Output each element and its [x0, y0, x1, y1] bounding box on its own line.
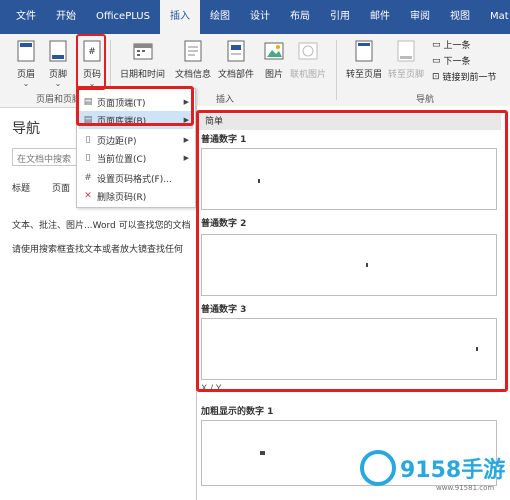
- gallery-item-title: 加粗显示的数字 1: [201, 407, 274, 417]
- goto-footer-button[interactable]: 转至页脚: [388, 38, 424, 80]
- group-label-insert: 插入: [216, 95, 235, 105]
- calendar-icon: [131, 38, 155, 64]
- tab-mailings[interactable]: 邮件: [360, 0, 400, 34]
- goto-header-button[interactable]: 转至页眉: [346, 38, 382, 80]
- ribbon-tab-bar: 文件 开始 OfficePLUS 插入 绘图 设计 布局 引用 邮件 审阅 视图…: [0, 0, 510, 34]
- nav-help-text-2: 请使用搜索框查找文本或者放大镜查找任何: [12, 245, 184, 255]
- current-position-icon: ▯: [85, 153, 91, 163]
- picture-button[interactable]: 图片: [262, 38, 286, 80]
- nav-help-text-1: 文本、批注、图片...Word 可以查找您的文档: [12, 221, 191, 231]
- ribbon-separator: [336, 40, 337, 100]
- chevron-right-icon: ▶: [183, 136, 189, 144]
- watermark-logo: 9158手游: [360, 450, 505, 486]
- tab-design[interactable]: 设计: [240, 0, 280, 34]
- goto-header-icon: [352, 38, 376, 64]
- chevron-down-icon: ⌄: [22, 79, 30, 88]
- datetime-button[interactable]: 日期和时间: [120, 38, 165, 80]
- highlight-gallery: [196, 110, 508, 392]
- nav-pane-title: 导航: [12, 121, 40, 137]
- chevron-right-icon: ▶: [183, 154, 189, 162]
- online-picture-icon: [296, 38, 320, 64]
- menu-item-page-margins[interactable]: ▯ 页边距(P) ▶: [79, 131, 193, 149]
- tab-file[interactable]: 文件: [6, 0, 46, 34]
- footer-button[interactable]: 页脚 ⌄: [46, 38, 70, 88]
- doc-parts-button[interactable]: 文档部件: [218, 38, 254, 80]
- tab-review[interactable]: 审阅: [400, 0, 440, 34]
- next-button[interactable]: ▭ 下一条: [432, 54, 471, 68]
- brand-logo-icon: [360, 450, 396, 486]
- doc-info-button[interactable]: 文档信息: [175, 38, 211, 80]
- tab-insert[interactable]: 插入: [159, 0, 200, 34]
- doc-parts-icon: [224, 38, 248, 64]
- group-label-nav: 导航: [416, 95, 435, 105]
- highlight-menu-item: [76, 86, 194, 126]
- delete-icon: ✕: [84, 191, 92, 201]
- tab-draw[interactable]: 绘图: [200, 0, 240, 34]
- watermark-url: www.91581.com: [436, 484, 495, 492]
- prev-button[interactable]: ▭ 上一条: [432, 38, 471, 52]
- nav-tab-pages[interactable]: 页面: [52, 181, 70, 194]
- link-prev-button[interactable]: ⊡ 链接到前一节: [432, 70, 497, 84]
- tab-references[interactable]: 引用: [320, 0, 360, 34]
- nav-tab-headings[interactable]: 标题: [12, 181, 30, 194]
- tab-officeplus[interactable]: OfficePLUS: [86, 0, 160, 34]
- nav-search-input[interactable]: 在文档中搜索: [12, 148, 82, 166]
- link-icon: ⊡: [432, 71, 440, 82]
- footer-icon: [46, 38, 70, 64]
- highlight-page-number-button: [76, 34, 106, 90]
- page-margin-icon: ▯: [85, 135, 91, 145]
- group-label-header-footer: 页眉和页脚: [36, 95, 82, 105]
- tab-home[interactable]: 开始: [46, 0, 86, 34]
- page-number-mark: [260, 451, 265, 455]
- chevron-down-icon: ⌄: [54, 79, 62, 88]
- next-icon: ▭: [432, 55, 441, 66]
- goto-footer-icon: [394, 38, 418, 64]
- format-icon: #: [84, 173, 92, 183]
- tab-layout[interactable]: 布局: [280, 0, 320, 34]
- header-button[interactable]: 页眉 ⌄: [14, 38, 38, 88]
- tab-view[interactable]: 视图: [440, 0, 480, 34]
- tab-math[interactable]: Mat: [480, 0, 510, 34]
- doc-info-icon: [181, 38, 205, 64]
- menu-item-current-position[interactable]: ▯ 当前位置(C) ▶: [79, 149, 193, 167]
- menu-item-format-page-numbers[interactable]: # 设置页码格式(F)...: [79, 169, 193, 187]
- prev-icon: ▭: [432, 39, 441, 50]
- online-picture-button[interactable]: 联机图片: [290, 38, 326, 80]
- picture-icon: [262, 38, 286, 64]
- menu-item-remove-page-numbers[interactable]: ✕ 删除页码(R): [79, 187, 193, 205]
- header-icon: [14, 38, 38, 64]
